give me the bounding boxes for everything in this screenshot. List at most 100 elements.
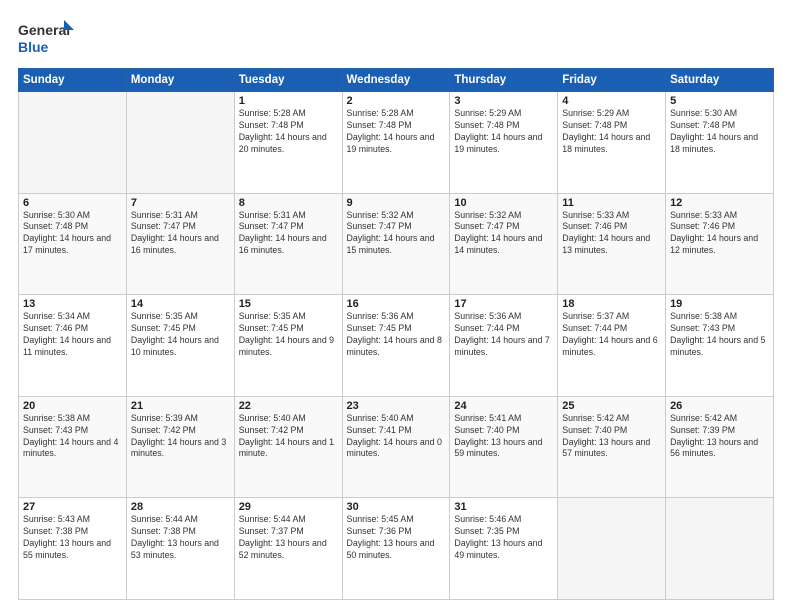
day-info: Sunrise: 5:44 AMSunset: 7:37 PMDaylight:…	[239, 514, 338, 562]
calendar-week-5: 27Sunrise: 5:43 AMSunset: 7:38 PMDayligh…	[19, 498, 774, 600]
day-info: Sunrise: 5:35 AMSunset: 7:45 PMDaylight:…	[131, 311, 230, 359]
day-info: Sunrise: 5:28 AMSunset: 7:48 PMDaylight:…	[239, 108, 338, 156]
day-header-friday: Friday	[558, 69, 666, 92]
logo-icon: GeneralBlue	[18, 18, 78, 58]
day-header-saturday: Saturday	[666, 69, 774, 92]
svg-text:General: General	[18, 22, 70, 38]
day-number: 25	[562, 400, 661, 412]
calendar-week-3: 13Sunrise: 5:34 AMSunset: 7:46 PMDayligh…	[19, 295, 774, 397]
day-info: Sunrise: 5:36 AMSunset: 7:45 PMDaylight:…	[347, 311, 446, 359]
day-number: 10	[454, 197, 553, 209]
calendar-cell	[19, 92, 127, 194]
calendar-cell: 7Sunrise: 5:31 AMSunset: 7:47 PMDaylight…	[126, 193, 234, 295]
calendar-cell: 16Sunrise: 5:36 AMSunset: 7:45 PMDayligh…	[342, 295, 450, 397]
day-info: Sunrise: 5:44 AMSunset: 7:38 PMDaylight:…	[131, 514, 230, 562]
day-info: Sunrise: 5:40 AMSunset: 7:41 PMDaylight:…	[347, 413, 446, 461]
day-info: Sunrise: 5:37 AMSunset: 7:44 PMDaylight:…	[562, 311, 661, 359]
day-number: 11	[562, 197, 661, 209]
day-info: Sunrise: 5:34 AMSunset: 7:46 PMDaylight:…	[23, 311, 122, 359]
day-number: 15	[239, 298, 338, 310]
calendar-cell: 21Sunrise: 5:39 AMSunset: 7:42 PMDayligh…	[126, 396, 234, 498]
day-info: Sunrise: 5:36 AMSunset: 7:44 PMDaylight:…	[454, 311, 553, 359]
day-info: Sunrise: 5:29 AMSunset: 7:48 PMDaylight:…	[562, 108, 661, 156]
day-number: 27	[23, 501, 122, 513]
day-number: 24	[454, 400, 553, 412]
day-header-thursday: Thursday	[450, 69, 558, 92]
calendar-cell: 29Sunrise: 5:44 AMSunset: 7:37 PMDayligh…	[234, 498, 342, 600]
day-number: 12	[670, 197, 769, 209]
day-number: 2	[347, 95, 446, 107]
calendar-cell	[558, 498, 666, 600]
day-header-wednesday: Wednesday	[342, 69, 450, 92]
day-info: Sunrise: 5:31 AMSunset: 7:47 PMDaylight:…	[131, 210, 230, 258]
calendar-cell: 5Sunrise: 5:30 AMSunset: 7:48 PMDaylight…	[666, 92, 774, 194]
calendar-cell: 24Sunrise: 5:41 AMSunset: 7:40 PMDayligh…	[450, 396, 558, 498]
day-info: Sunrise: 5:43 AMSunset: 7:38 PMDaylight:…	[23, 514, 122, 562]
day-header-tuesday: Tuesday	[234, 69, 342, 92]
day-number: 29	[239, 501, 338, 513]
day-number: 1	[239, 95, 338, 107]
day-info: Sunrise: 5:30 AMSunset: 7:48 PMDaylight:…	[670, 108, 769, 156]
day-info: Sunrise: 5:29 AMSunset: 7:48 PMDaylight:…	[454, 108, 553, 156]
calendar-table: SundayMondayTuesdayWednesdayThursdayFrid…	[18, 68, 774, 600]
svg-text:Blue: Blue	[18, 39, 49, 55]
calendar-cell: 2Sunrise: 5:28 AMSunset: 7:48 PMDaylight…	[342, 92, 450, 194]
day-info: Sunrise: 5:38 AMSunset: 7:43 PMDaylight:…	[23, 413, 122, 461]
calendar-cell	[666, 498, 774, 600]
day-number: 16	[347, 298, 446, 310]
day-number: 31	[454, 501, 553, 513]
calendar-cell: 27Sunrise: 5:43 AMSunset: 7:38 PMDayligh…	[19, 498, 127, 600]
day-info: Sunrise: 5:35 AMSunset: 7:45 PMDaylight:…	[239, 311, 338, 359]
logo: GeneralBlue	[18, 18, 78, 58]
page: GeneralBlue SundayMondayTuesdayWednesday…	[0, 0, 792, 612]
calendar-week-1: 1Sunrise: 5:28 AMSunset: 7:48 PMDaylight…	[19, 92, 774, 194]
day-info: Sunrise: 5:28 AMSunset: 7:48 PMDaylight:…	[347, 108, 446, 156]
day-number: 6	[23, 197, 122, 209]
calendar-header-row: SundayMondayTuesdayWednesdayThursdayFrid…	[19, 69, 774, 92]
calendar-cell: 17Sunrise: 5:36 AMSunset: 7:44 PMDayligh…	[450, 295, 558, 397]
calendar-cell: 31Sunrise: 5:46 AMSunset: 7:35 PMDayligh…	[450, 498, 558, 600]
calendar-cell: 8Sunrise: 5:31 AMSunset: 7:47 PMDaylight…	[234, 193, 342, 295]
calendar-cell: 19Sunrise: 5:38 AMSunset: 7:43 PMDayligh…	[666, 295, 774, 397]
calendar-cell: 20Sunrise: 5:38 AMSunset: 7:43 PMDayligh…	[19, 396, 127, 498]
calendar-cell: 12Sunrise: 5:33 AMSunset: 7:46 PMDayligh…	[666, 193, 774, 295]
day-number: 8	[239, 197, 338, 209]
day-number: 7	[131, 197, 230, 209]
day-info: Sunrise: 5:38 AMSunset: 7:43 PMDaylight:…	[670, 311, 769, 359]
day-info: Sunrise: 5:46 AMSunset: 7:35 PMDaylight:…	[454, 514, 553, 562]
day-number: 28	[131, 501, 230, 513]
calendar-week-4: 20Sunrise: 5:38 AMSunset: 7:43 PMDayligh…	[19, 396, 774, 498]
calendar-cell: 15Sunrise: 5:35 AMSunset: 7:45 PMDayligh…	[234, 295, 342, 397]
day-number: 20	[23, 400, 122, 412]
day-info: Sunrise: 5:33 AMSunset: 7:46 PMDaylight:…	[562, 210, 661, 258]
calendar-cell: 3Sunrise: 5:29 AMSunset: 7:48 PMDaylight…	[450, 92, 558, 194]
calendar-cell: 18Sunrise: 5:37 AMSunset: 7:44 PMDayligh…	[558, 295, 666, 397]
day-info: Sunrise: 5:32 AMSunset: 7:47 PMDaylight:…	[454, 210, 553, 258]
calendar-cell: 26Sunrise: 5:42 AMSunset: 7:39 PMDayligh…	[666, 396, 774, 498]
day-number: 19	[670, 298, 769, 310]
day-number: 18	[562, 298, 661, 310]
day-header-monday: Monday	[126, 69, 234, 92]
header: GeneralBlue	[18, 18, 774, 58]
day-number: 17	[454, 298, 553, 310]
calendar-cell: 6Sunrise: 5:30 AMSunset: 7:48 PMDaylight…	[19, 193, 127, 295]
calendar-cell: 23Sunrise: 5:40 AMSunset: 7:41 PMDayligh…	[342, 396, 450, 498]
day-number: 21	[131, 400, 230, 412]
day-info: Sunrise: 5:40 AMSunset: 7:42 PMDaylight:…	[239, 413, 338, 461]
day-number: 13	[23, 298, 122, 310]
calendar-cell: 22Sunrise: 5:40 AMSunset: 7:42 PMDayligh…	[234, 396, 342, 498]
day-info: Sunrise: 5:31 AMSunset: 7:47 PMDaylight:…	[239, 210, 338, 258]
day-info: Sunrise: 5:30 AMSunset: 7:48 PMDaylight:…	[23, 210, 122, 258]
calendar-week-2: 6Sunrise: 5:30 AMSunset: 7:48 PMDaylight…	[19, 193, 774, 295]
calendar-cell: 14Sunrise: 5:35 AMSunset: 7:45 PMDayligh…	[126, 295, 234, 397]
day-number: 9	[347, 197, 446, 209]
calendar-cell: 28Sunrise: 5:44 AMSunset: 7:38 PMDayligh…	[126, 498, 234, 600]
calendar-cell: 11Sunrise: 5:33 AMSunset: 7:46 PMDayligh…	[558, 193, 666, 295]
day-number: 30	[347, 501, 446, 513]
calendar-cell: 9Sunrise: 5:32 AMSunset: 7:47 PMDaylight…	[342, 193, 450, 295]
calendar-cell: 4Sunrise: 5:29 AMSunset: 7:48 PMDaylight…	[558, 92, 666, 194]
day-info: Sunrise: 5:41 AMSunset: 7:40 PMDaylight:…	[454, 413, 553, 461]
day-info: Sunrise: 5:33 AMSunset: 7:46 PMDaylight:…	[670, 210, 769, 258]
calendar-cell: 10Sunrise: 5:32 AMSunset: 7:47 PMDayligh…	[450, 193, 558, 295]
day-info: Sunrise: 5:32 AMSunset: 7:47 PMDaylight:…	[347, 210, 446, 258]
